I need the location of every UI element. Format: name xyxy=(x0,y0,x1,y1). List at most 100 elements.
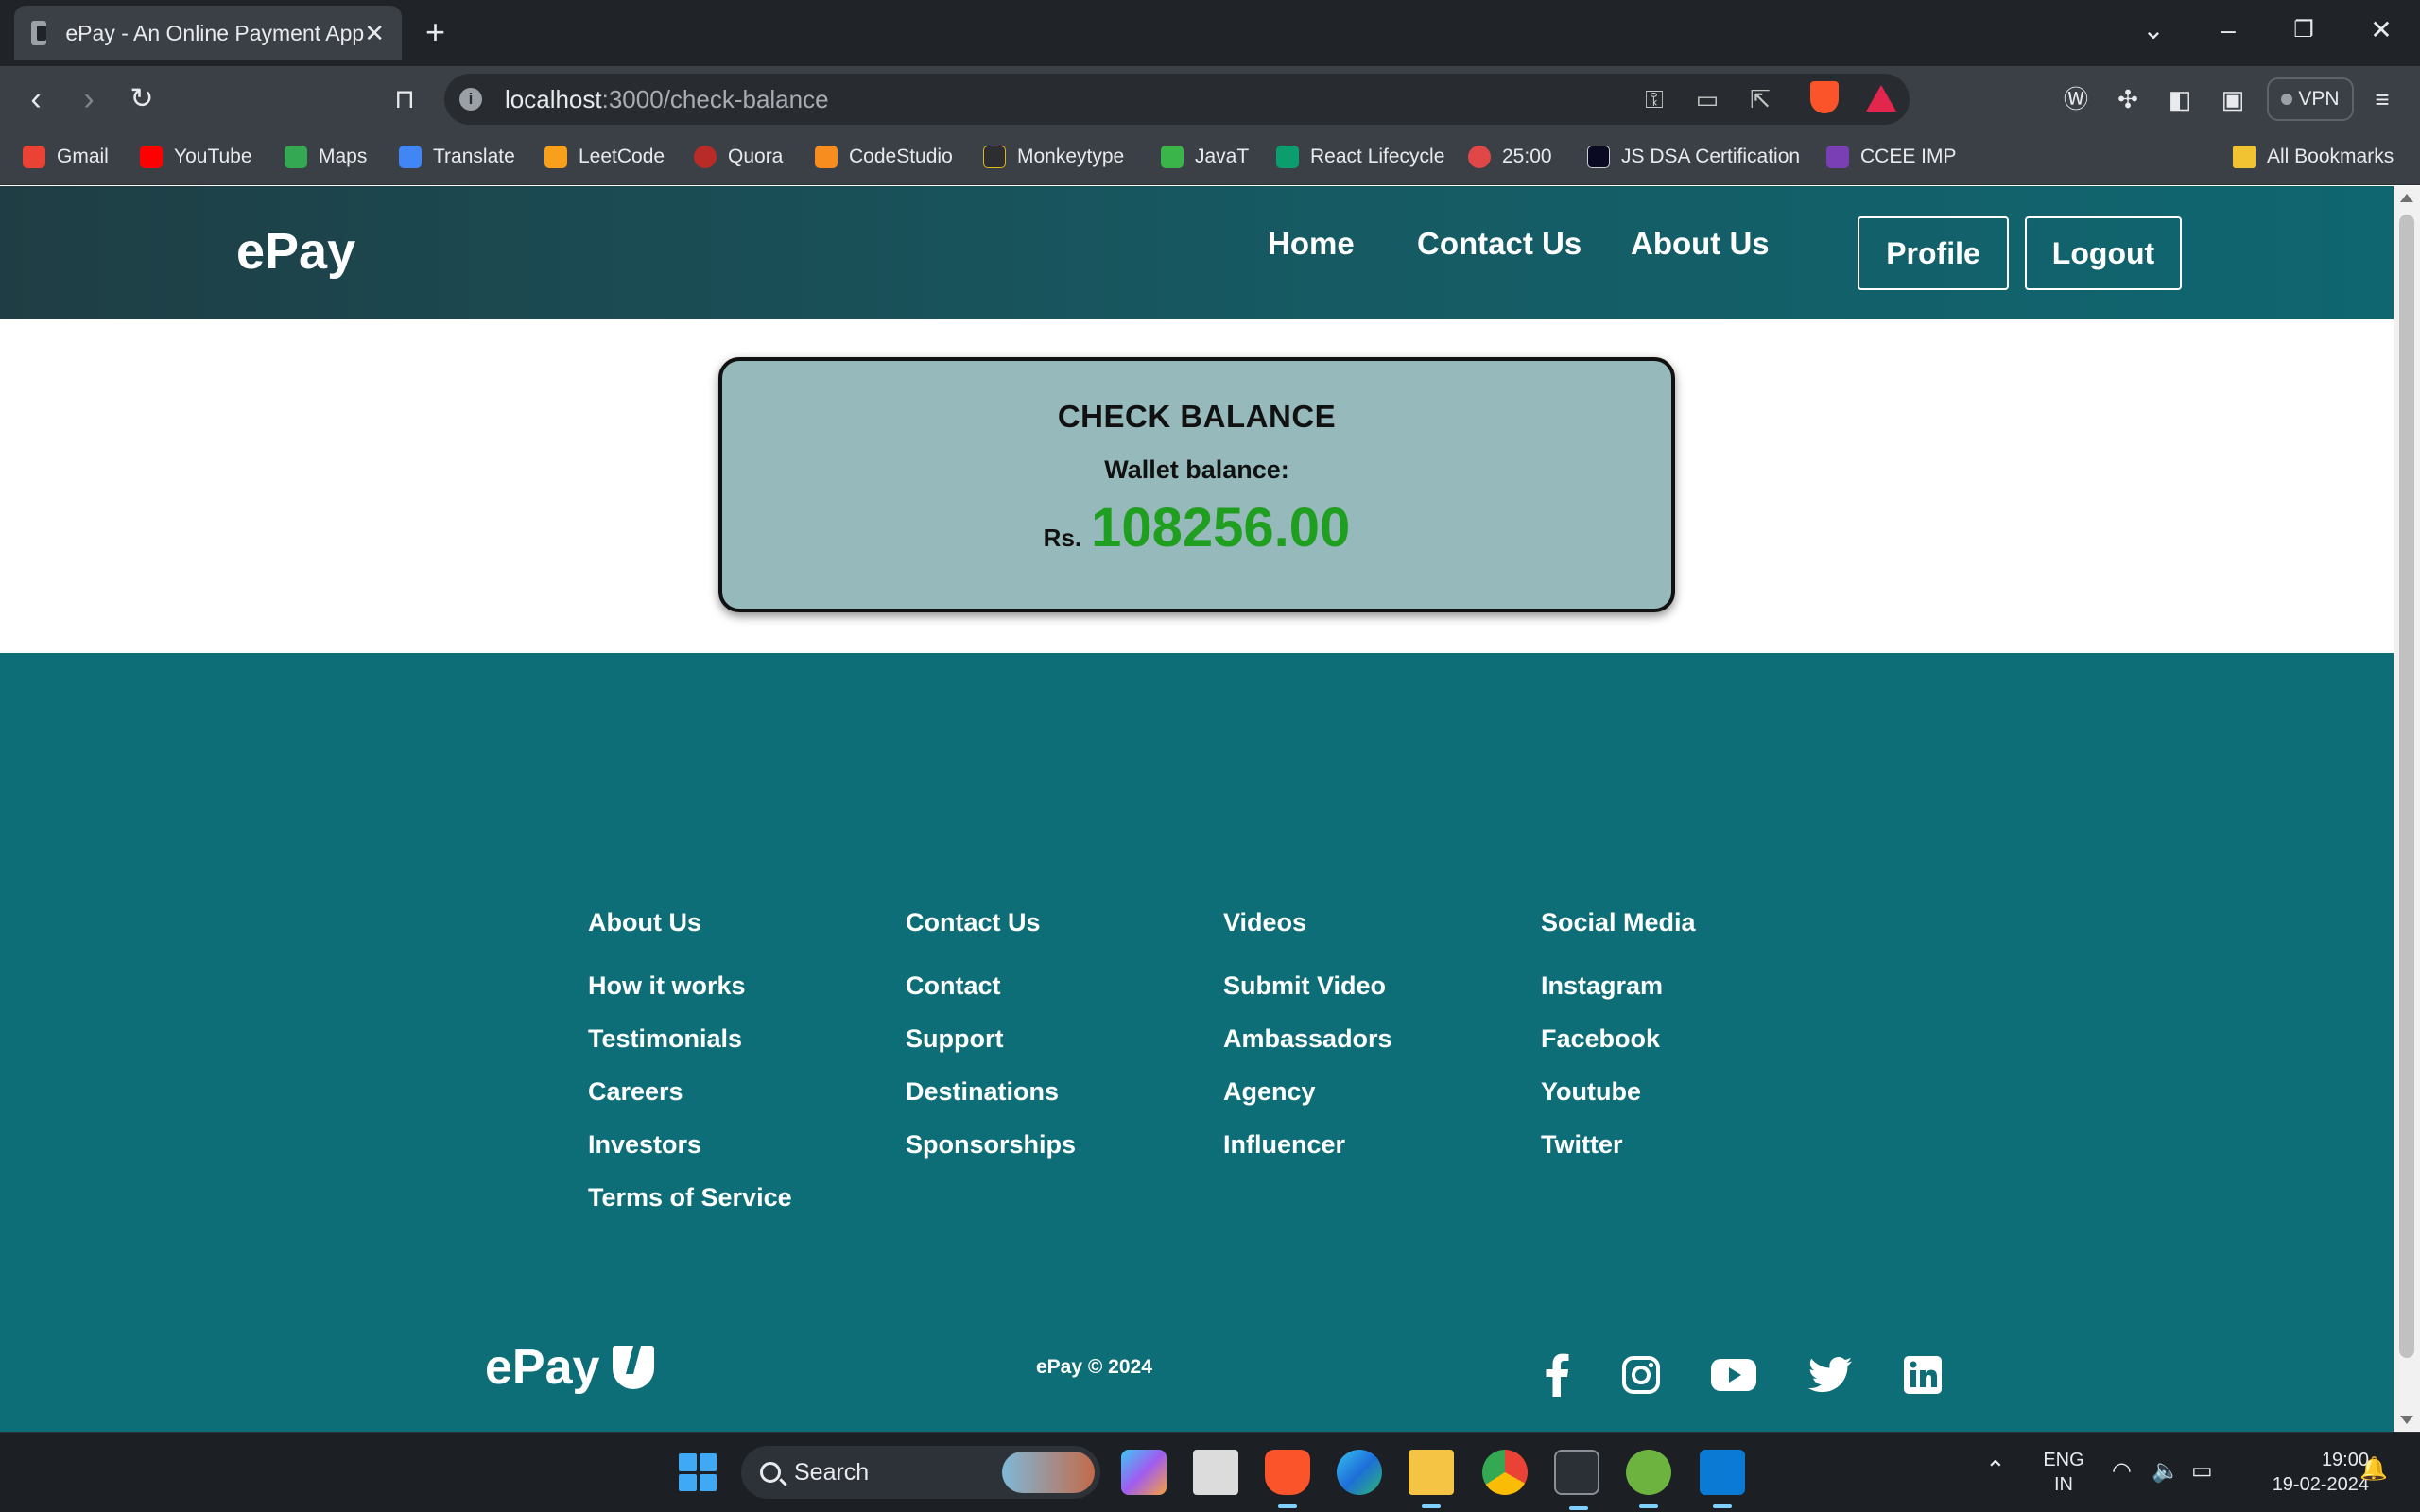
bookmark-youtube[interactable]: YouTube xyxy=(140,142,252,172)
cast-icon[interactable]: ▭ xyxy=(1688,83,1726,115)
site-logo[interactable]: ePay xyxy=(236,222,355,281)
bookmark-react-lifecycle[interactable]: React Lifecycle xyxy=(1276,142,1444,172)
file-explorer-icon[interactable] xyxy=(1409,1450,1454,1508)
forward-button[interactable]: › xyxy=(68,79,110,119)
chrome-icon[interactable] xyxy=(1482,1450,1528,1495)
footer-link[interactable]: Facebook xyxy=(1541,1024,1843,1054)
profile-button[interactable]: Profile xyxy=(1858,216,2009,290)
all-bookmarks[interactable]: All Bookmarks xyxy=(2233,142,2394,172)
task-view-icon[interactable] xyxy=(1193,1450,1238,1495)
volume-icon[interactable]: 🔈 xyxy=(2152,1459,2180,1484)
footer-link[interactable]: Destinations xyxy=(906,1077,1208,1107)
edge-icon[interactable] xyxy=(1337,1450,1382,1495)
footer-link[interactable]: Submit Video xyxy=(1223,971,1526,1001)
bookmark-leetcode[interactable]: LeetCode xyxy=(544,142,665,172)
site-footer: About Us How it works Testimonials Caree… xyxy=(0,653,2394,1432)
vpn-status-icon xyxy=(2281,94,2293,105)
footer-link[interactable]: Testimonials xyxy=(588,1024,890,1054)
share-icon[interactable]: ⇱ xyxy=(1741,83,1779,115)
bookmark-quora[interactable]: Quora xyxy=(694,142,783,172)
footer-link[interactable]: Instagram xyxy=(1541,971,1843,1001)
restore-button[interactable]: ❐ xyxy=(2280,11,2327,49)
tab-search-chevron-icon[interactable]: ⌄ xyxy=(2130,11,2177,49)
bookmark-javat[interactable]: JavaT xyxy=(1161,142,1249,172)
extensions-puzzle-icon[interactable]: ✣ xyxy=(2111,83,2145,115)
footer-link[interactable]: Influencer xyxy=(1223,1130,1526,1160)
address-bar[interactable]: i localhost:3000/check-balance ⚿ ▭ ⇱ xyxy=(444,74,1910,125)
system-clock[interactable]: 19:00 19-02-2024 xyxy=(2237,1448,2369,1497)
site-info-icon[interactable]: i xyxy=(459,88,482,111)
nav-home[interactable]: Home xyxy=(1268,226,1355,262)
show-hidden-icons-chevron-icon[interactable]: ⌃ xyxy=(1985,1457,2006,1482)
page-scrollbar[interactable] xyxy=(2394,186,2420,1432)
language-indicator[interactable]: ENG IN xyxy=(2032,1448,2095,1497)
wallet-extension-icon[interactable]: Ⓦ xyxy=(2059,83,2093,115)
footer-link[interactable]: Sponsorships xyxy=(906,1130,1208,1160)
linkedin-icon[interactable] xyxy=(1898,1350,1947,1400)
footer-link[interactable]: How it works xyxy=(588,971,890,1001)
menu-icon[interactable]: ≡ xyxy=(2365,83,2399,115)
scroll-up-icon[interactable] xyxy=(2400,194,2413,202)
youtube-icon[interactable] xyxy=(1709,1350,1758,1400)
bookmark-js-dsa[interactable]: JS DSA Certification xyxy=(1587,142,1800,172)
nav-about-us[interactable]: About Us xyxy=(1631,226,1770,262)
battery-icon[interactable]: ▭ xyxy=(2191,1459,2213,1484)
wallet-icon[interactable]: ▣ xyxy=(2216,83,2250,115)
nav-contact-us[interactable]: Contact Us xyxy=(1417,226,1582,262)
bookmark-translate[interactable]: Translate xyxy=(399,142,515,172)
bookmark-pomodoro[interactable]: 25:00 xyxy=(1468,142,1552,172)
wifi-icon[interactable]: ◠ xyxy=(2112,1459,2132,1484)
bookmark-ccee-imp[interactable]: CCEE IMP xyxy=(1826,142,1957,172)
terminal-icon[interactable] xyxy=(1554,1450,1599,1510)
vpn-button[interactable]: VPN xyxy=(2267,77,2354,121)
footer-link[interactable]: Terms of Service xyxy=(588,1183,890,1212)
quora-icon xyxy=(694,146,717,168)
instagram-icon[interactable] xyxy=(1616,1350,1666,1400)
reload-button[interactable]: ↻ xyxy=(121,79,163,119)
brave-browser-icon[interactable] xyxy=(1265,1450,1310,1508)
logout-button[interactable]: Logout xyxy=(2025,216,2182,290)
footer-link[interactable]: Support xyxy=(906,1024,1208,1054)
spring-tool-suite-icon[interactable] xyxy=(1626,1450,1671,1508)
footer-link[interactable]: Youtube xyxy=(1541,1077,1843,1107)
browser-tab[interactable]: ePay - An Online Payment App ✕ xyxy=(14,6,402,60)
twitter-icon[interactable] xyxy=(1806,1350,1855,1400)
footer-column-videos: Videos Submit Video Ambassadors Agency I… xyxy=(1223,908,1526,1183)
close-tab-icon[interactable]: ✕ xyxy=(364,19,385,48)
facebook-icon[interactable] xyxy=(1531,1350,1581,1400)
taskbar-search[interactable]: Search xyxy=(741,1446,1100,1499)
close-window-button[interactable]: ✕ xyxy=(2358,11,2405,49)
bookmarks-bar: Gmail YouTube Maps Translate LeetCode Qu… xyxy=(0,132,2420,185)
scroll-down-icon[interactable] xyxy=(2400,1416,2413,1424)
windows-start-icon[interactable] xyxy=(679,1453,717,1491)
brave-rewards-icon[interactable] xyxy=(1866,85,1896,112)
typo3-leaf-icon xyxy=(613,1346,655,1389)
vscode-icon[interactable] xyxy=(1700,1450,1745,1508)
sidebar-icon[interactable]: ◧ xyxy=(2163,83,2197,115)
footer-link[interactable]: Contact xyxy=(906,971,1208,1001)
balance-amount-row: Rs. 108256.00 xyxy=(722,496,1671,559)
folder-icon xyxy=(2233,146,2256,168)
notification-bell-icon[interactable]: 🔔 xyxy=(2360,1457,2388,1482)
back-button[interactable]: ‹ xyxy=(15,79,57,119)
bookmark-maps[interactable]: Maps xyxy=(285,142,367,172)
new-tab-button[interactable]: + xyxy=(425,13,445,51)
translate-icon xyxy=(399,146,422,168)
brave-shields-icon[interactable] xyxy=(1810,81,1839,113)
bookmark-gmail[interactable]: Gmail xyxy=(23,142,109,172)
footer-link[interactable]: Twitter xyxy=(1541,1130,1843,1160)
bookmark-icon[interactable]: ⊓ xyxy=(384,79,425,119)
footer-link[interactable]: Agency xyxy=(1223,1077,1526,1107)
minimize-button[interactable]: – xyxy=(2204,11,2252,49)
key-icon[interactable]: ⚿ xyxy=(1635,83,1673,115)
maps-icon xyxy=(285,146,307,168)
browser-tab-bar: ePay - An Online Payment App ✕ + ⌄ – ❐ ✕ xyxy=(0,0,2420,66)
footer-link[interactable]: Ambassadors xyxy=(1223,1024,1526,1054)
scrollbar-thumb[interactable] xyxy=(2399,215,2414,1358)
bookmark-monkeytype[interactable]: Monkeytype xyxy=(983,142,1124,172)
footer-link[interactable]: Careers xyxy=(588,1077,890,1107)
copilot-icon[interactable] xyxy=(1121,1450,1167,1495)
bookmark-codestudio[interactable]: CodeStudio xyxy=(815,142,953,172)
footer-link[interactable]: Investors xyxy=(588,1130,890,1160)
footer-logo[interactable]: ePay xyxy=(485,1339,655,1396)
